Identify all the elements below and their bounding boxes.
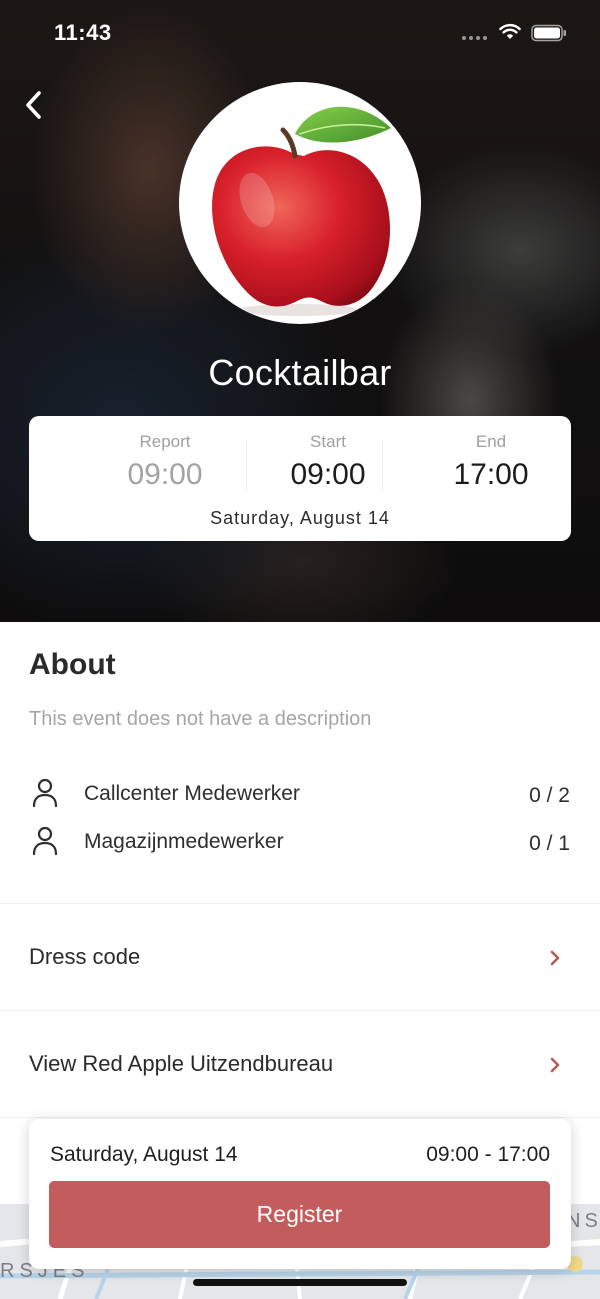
end-label: End bbox=[475, 432, 507, 451]
end-time: 17:00 bbox=[453, 458, 529, 491]
time-divider bbox=[246, 440, 247, 492]
start-label: Start bbox=[310, 432, 346, 451]
time-divider bbox=[382, 440, 383, 492]
event-hero: 11:43 Cocktailbar Report 09:00 Start 09:… bbox=[0, 0, 600, 622]
dress-code-label: Dress code bbox=[29, 944, 141, 969]
start-time: 09:00 bbox=[290, 458, 366, 491]
home-indicator[interactable] bbox=[193, 1279, 407, 1286]
report-time-column: Report 09:00 bbox=[85, 432, 245, 492]
status-bar: 11:43 bbox=[0, 0, 600, 66]
position-row: Magazijnmedewerker 0 / 1 bbox=[29, 825, 571, 859]
register-button[interactable]: Register bbox=[49, 1181, 550, 1248]
start-time-column: Start 09:00 bbox=[248, 432, 408, 492]
position-name: Callcenter Medewerker bbox=[84, 782, 300, 805]
position-row: Callcenter Medewerker 0 / 2 bbox=[29, 777, 571, 811]
section-divider bbox=[0, 1117, 600, 1118]
position-count: 0 / 1 bbox=[529, 832, 570, 855]
event-logo bbox=[179, 82, 421, 324]
dress-code-link[interactable]: Dress code bbox=[0, 904, 600, 1010]
event-date: Saturday, August 14 bbox=[210, 508, 390, 528]
person-icon bbox=[32, 778, 58, 808]
status-time: 11:43 bbox=[54, 20, 112, 45]
map-street-label: NS bbox=[566, 1210, 600, 1232]
about-description: This event does not have a description bbox=[29, 708, 372, 730]
event-title: Cocktailbar bbox=[208, 352, 392, 393]
chevron-right-icon bbox=[550, 950, 560, 966]
schedule-card: Report 09:00 Start 09:00 End 17:00 Satur… bbox=[29, 416, 571, 541]
wifi-icon bbox=[499, 23, 521, 39]
register-time-range: 09:00 - 17:00 bbox=[426, 1143, 550, 1166]
back-chevron-icon[interactable] bbox=[20, 88, 50, 122]
view-agency-link[interactable]: View Red Apple Uitzendbureau bbox=[0, 1011, 600, 1117]
report-label: Report bbox=[139, 432, 191, 451]
position-name: Magazijnmedewerker bbox=[84, 830, 284, 853]
view-agency-label: View Red Apple Uitzendbureau bbox=[29, 1051, 334, 1076]
about-heading: About bbox=[29, 648, 116, 681]
position-count: 0 / 2 bbox=[529, 784, 570, 807]
apple-icon bbox=[212, 106, 391, 316]
end-time-column: End 17:00 bbox=[411, 432, 571, 492]
cellular-signal-icon bbox=[462, 36, 487, 40]
register-date: Saturday, August 14 bbox=[50, 1143, 238, 1166]
chevron-right-icon bbox=[550, 1057, 560, 1073]
person-icon bbox=[32, 826, 58, 856]
battery-icon bbox=[531, 24, 566, 42]
report-time: 09:00 bbox=[127, 458, 203, 491]
register-card: Saturday, August 14 09:00 - 17:00 Regist… bbox=[29, 1119, 571, 1269]
